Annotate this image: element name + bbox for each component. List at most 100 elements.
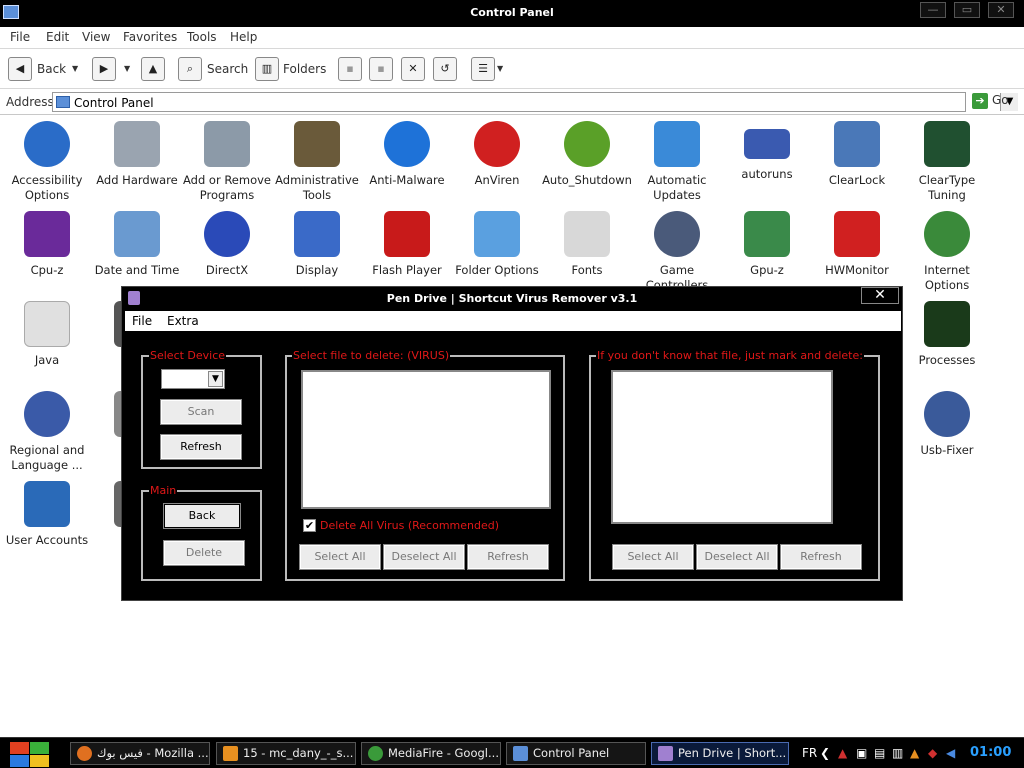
- virus-refresh-button[interactable]: Refresh: [467, 544, 549, 570]
- cp-item-regional-language[interactable]: Regional and Language ...: [2, 391, 92, 473]
- tray-app-icon[interactable]: ▲: [838, 746, 847, 760]
- back-button-label[interactable]: Back: [37, 62, 66, 76]
- cp-item-display[interactable]: Display: [272, 211, 362, 278]
- java-icon: [24, 301, 70, 347]
- cp-item-date-time[interactable]: Date and Time: [92, 211, 182, 278]
- language-indicator[interactable]: FR: [802, 746, 817, 760]
- menu-file[interactable]: File: [10, 30, 30, 44]
- unknown-refresh-button[interactable]: Refresh: [780, 544, 862, 570]
- views-dropdown-icon[interactable]: ▼: [497, 64, 503, 73]
- cp-item-cleartype-tuning[interactable]: ClearType Tuning: [902, 121, 992, 203]
- virus-deselect-all-button[interactable]: Deselect All: [383, 544, 465, 570]
- cp-item-internet-options[interactable]: Internet Options: [902, 211, 992, 293]
- cp-item-hwmonitor[interactable]: HWMonitor: [812, 211, 902, 278]
- virus-files-list[interactable]: [301, 370, 551, 509]
- cp-item-flash-player[interactable]: Flash Player: [362, 211, 452, 278]
- dialog-menu-extra[interactable]: Extra: [167, 314, 199, 328]
- main-group: Main Back Delete: [141, 484, 262, 581]
- device-select[interactable]: ▼: [161, 369, 225, 389]
- minimize-button[interactable]: —: [920, 2, 946, 18]
- maximize-button[interactable]: ▭: [954, 2, 980, 18]
- menu-bar: File Edit View Favorites Tools Help: [0, 27, 1024, 49]
- cp-item-add-hardware[interactable]: Add Hardware: [92, 121, 182, 188]
- cp-item-folder-options[interactable]: Folder Options: [452, 211, 542, 278]
- volume-icon[interactable]: ◀: [946, 746, 955, 760]
- user-accounts-icon: [24, 481, 70, 527]
- menu-help[interactable]: Help: [230, 30, 257, 44]
- menu-tools[interactable]: Tools: [187, 30, 217, 44]
- folders-icon[interactable]: ▥: [255, 57, 279, 81]
- cp-item-autoruns[interactable]: autoruns: [722, 121, 812, 182]
- address-field[interactable]: Control Panel ▼: [52, 92, 1018, 112]
- start-button[interactable]: [8, 741, 50, 767]
- control-panel-icon: [513, 746, 528, 761]
- toolbar: ◀ Back ▼ ▶ ▼ ▲ ⌕ Search ▥ Folders ▪ ▪ ✕ …: [0, 49, 1024, 89]
- unknown-deselect-all-button[interactable]: Deselect All: [696, 544, 778, 570]
- taskbar-item-firefox[interactable]: فيس بوك - Mozilla ...: [70, 742, 210, 765]
- back-arrow-icon[interactable]: ◀: [8, 57, 32, 81]
- undo-icon[interactable]: ↺: [433, 57, 457, 81]
- select-device-group: Select Device ▼ Scan Refresh: [141, 349, 262, 469]
- cp-item-java[interactable]: Java: [2, 301, 92, 368]
- taskbar-item-vlc[interactable]: 15 - mc_dany_-_s...: [216, 742, 356, 765]
- unknown-select-all-button[interactable]: Select All: [612, 544, 694, 570]
- cp-item-add-remove-programs[interactable]: Add or Remove Programs: [182, 121, 272, 203]
- tray-expand-icon[interactable]: ❮: [820, 746, 830, 760]
- search-icon[interactable]: ⌕: [178, 57, 202, 81]
- folders-button-label[interactable]: Folders: [283, 62, 326, 76]
- cp-item-user-accounts[interactable]: User Accounts: [2, 481, 92, 548]
- cp-item-processes[interactable]: Processes: [902, 301, 992, 368]
- add-hardware-icon: [114, 121, 160, 167]
- virus-select-all-button[interactable]: Select All: [299, 544, 381, 570]
- safely-remove-icon[interactable]: ▥: [892, 746, 903, 760]
- taskbar-item-control-panel[interactable]: Control Panel: [506, 742, 646, 765]
- search-button-label[interactable]: Search: [207, 62, 248, 76]
- dialog-menu-file[interactable]: File: [132, 314, 152, 328]
- menu-view[interactable]: View: [82, 30, 110, 44]
- unknown-files-list[interactable]: [611, 370, 833, 524]
- dialog-title: Pen Drive | Shortcut Virus Remover v3.1: [386, 292, 638, 305]
- back-button[interactable]: Back: [163, 503, 241, 529]
- cp-item-clearlock[interactable]: ClearLock: [812, 121, 902, 188]
- cp-item-cpu-z[interactable]: Cpu-z: [2, 211, 92, 278]
- network-icon[interactable]: ▣: [856, 746, 867, 760]
- delete-all-virus-checkbox[interactable]: ✔: [303, 519, 316, 532]
- close-button[interactable]: ✕: [988, 2, 1014, 18]
- cp-item-gpu-z[interactable]: Gpu-z: [722, 211, 812, 278]
- views-icon[interactable]: ☰: [471, 57, 495, 81]
- move-to-icon[interactable]: ▪: [338, 57, 362, 81]
- menu-favorites[interactable]: Favorites: [123, 30, 177, 44]
- forward-arrow-icon[interactable]: ▶: [92, 57, 116, 81]
- cp-item-administrative-tools[interactable]: Administrative Tools: [272, 121, 362, 203]
- copy-to-icon[interactable]: ▪: [369, 57, 393, 81]
- delete-icon[interactable]: ✕: [401, 57, 425, 81]
- go-arrow-icon: ➔: [972, 93, 988, 109]
- dialog-close-button[interactable]: ✕: [861, 287, 899, 304]
- up-folder-icon[interactable]: ▲: [141, 57, 165, 81]
- autoruns-icon: [744, 129, 790, 159]
- cp-item-automatic-updates[interactable]: Automatic Updates: [632, 121, 722, 203]
- cp-item-usb-fixer[interactable]: Usb-Fixer: [902, 391, 992, 458]
- taskbar-item-chrome[interactable]: MediaFire - Googl...: [361, 742, 501, 765]
- back-dropdown-icon[interactable]: ▼: [72, 64, 78, 73]
- taskbar-item-pen-drive[interactable]: Pen Drive | Short...: [651, 742, 789, 765]
- address-label: Address: [6, 95, 54, 109]
- go-button[interactable]: ➔ Go: [972, 93, 1009, 109]
- cp-item-accessibility-options[interactable]: Accessibility Options: [2, 121, 92, 203]
- forward-dropdown-icon[interactable]: ▼: [124, 64, 130, 73]
- cp-item-game-controllers[interactable]: Game Controllers: [632, 211, 722, 293]
- clock: 01:00: [970, 745, 1012, 760]
- cp-item-fonts[interactable]: Fonts: [542, 211, 632, 278]
- directx-icon: [204, 211, 250, 257]
- cp-item-anviren[interactable]: AnViren: [452, 121, 542, 188]
- device-icon[interactable]: ▤: [874, 746, 885, 760]
- cp-item-auto-shutdown[interactable]: Auto_Shutdown: [542, 121, 632, 188]
- cp-item-directx[interactable]: DirectX: [182, 211, 272, 278]
- antivirus-tray-icon[interactable]: ◆: [928, 746, 937, 760]
- device-refresh-button[interactable]: Refresh: [160, 434, 242, 460]
- menu-edit[interactable]: Edit: [46, 30, 69, 44]
- vlc-tray-icon[interactable]: ▲: [910, 746, 919, 760]
- delete-button[interactable]: Delete: [163, 540, 245, 566]
- cp-item-anti-malware[interactable]: Anti-Malware: [362, 121, 452, 188]
- scan-button[interactable]: Scan: [160, 399, 242, 425]
